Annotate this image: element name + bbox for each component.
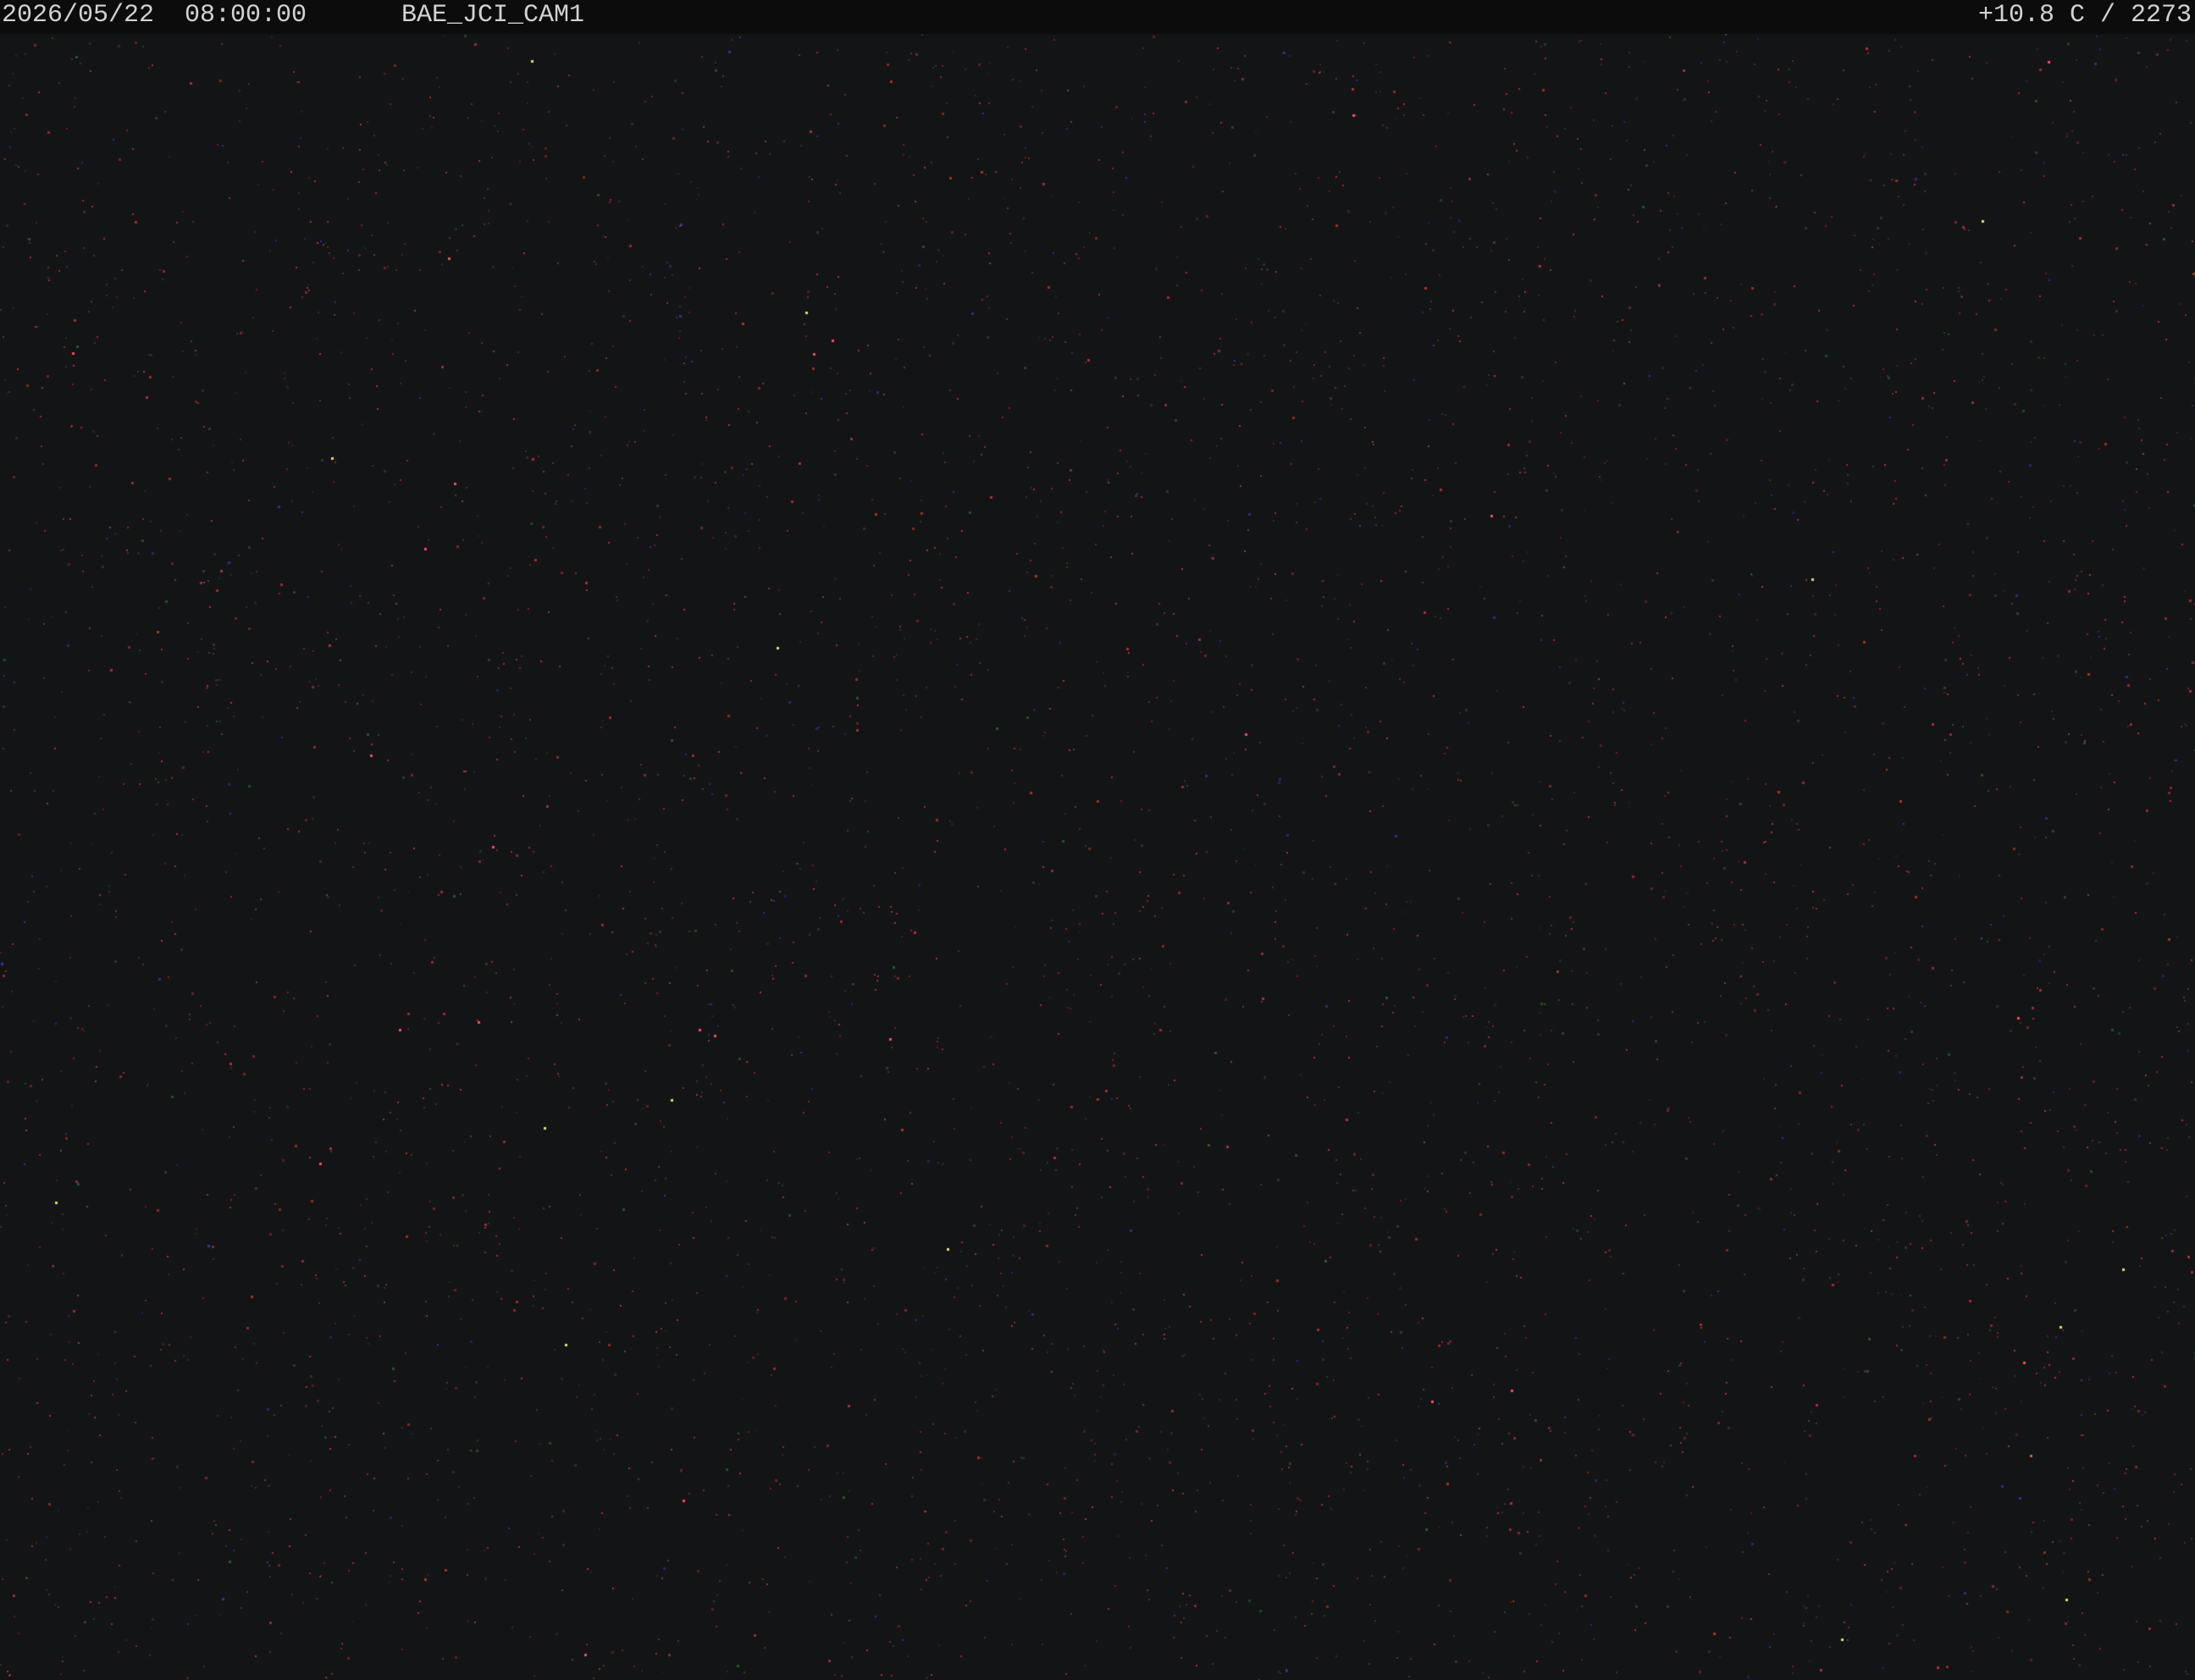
osd-timestamp: 2026/05/22 08:00:00 (2, 1, 307, 30)
camera-frame: 2026/05/22 08:00:00 BAE_JCI_CAM1 +10.8 C… (0, 0, 2195, 1680)
osd-camera-name: BAE_JCI_CAM1 (401, 1, 585, 30)
osd-sensor-readout: +10.8 C / 2273 (1977, 1, 2192, 30)
night-sky-image (0, 0, 2195, 1680)
osd-overlay-bar: 2026/05/22 08:00:00 BAE_JCI_CAM1 +10.8 C… (0, 0, 2195, 34)
